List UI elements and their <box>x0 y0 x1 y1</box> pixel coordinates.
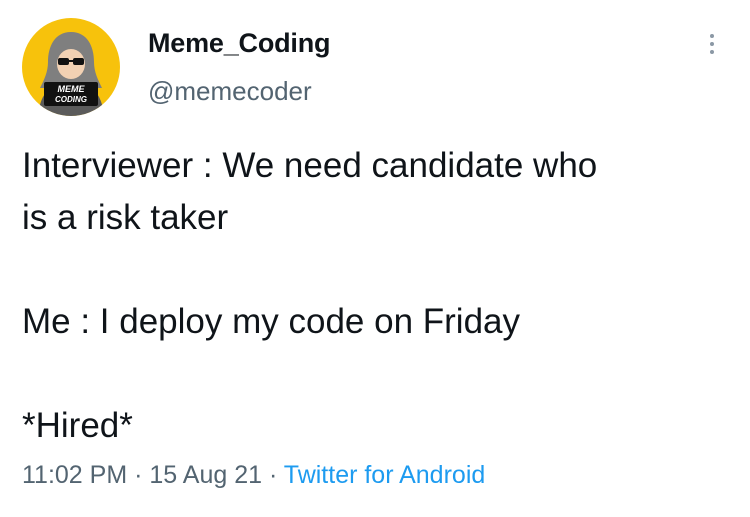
svg-text:CODING: CODING <box>55 95 87 104</box>
svg-text:MEME: MEME <box>58 84 86 94</box>
tweet-metadata: 11:02 PM · 15 Aug 21 · Twitter for Andro… <box>22 458 485 492</box>
tweet-text-line: Interviewer : We need candidate who <box>22 146 598 185</box>
tweet-source-link[interactable]: Twitter for Android <box>284 461 485 489</box>
more-options-button[interactable] <box>704 34 720 64</box>
meta-separator: · <box>268 461 278 489</box>
author-display-name[interactable]: Meme_Coding <box>148 26 331 60</box>
hooded-hacker-icon: MEME CODING <box>38 32 104 116</box>
tweet-text-line: *Hired* <box>22 406 133 445</box>
more-vertical-icon <box>710 34 714 38</box>
meta-separator: · <box>134 461 143 489</box>
author-handle[interactable]: @memecoder <box>148 74 312 108</box>
tweet-card: MEME CODING Meme_Coding @memecoder Inter… <box>0 0 750 517</box>
tweet-text: Interviewer : We need candidate who is a… <box>22 140 732 452</box>
tweet-text-line: Me : I deploy my code on Friday <box>22 302 520 341</box>
author-avatar[interactable]: MEME CODING <box>22 18 120 116</box>
tweet-date[interactable]: 15 Aug 21 <box>149 461 262 489</box>
tweet-text-line: is a risk taker <box>22 198 229 237</box>
tweet-time[interactable]: 11:02 PM <box>22 461 127 489</box>
